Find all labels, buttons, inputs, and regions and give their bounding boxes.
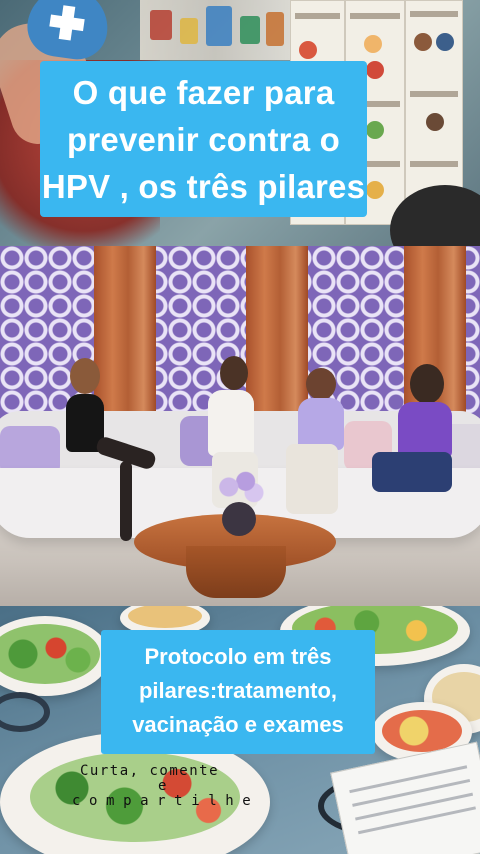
top-caption-line: HPV , os três pilares [41, 168, 366, 205]
bottom-caption-line: pilares:tratamento, [138, 678, 338, 703]
bottom-caption-line: Protocolo em três [144, 644, 332, 669]
top-caption-line: O que fazer para [72, 74, 335, 111]
watermark-line: e [158, 778, 168, 794]
curtain [246, 246, 308, 426]
bottom-caption-box: Protocolo em três pilares:tratamento, va… [101, 630, 375, 754]
vase [222, 502, 256, 536]
tv-studio-scene [0, 246, 480, 606]
medical-clipboard [330, 741, 480, 854]
watermark-text: Curta, comente e compartilhe [72, 764, 282, 809]
top-illustration-panel: O que fazer para prevenir contra o HPV ,… [0, 0, 480, 246]
top-caption-box: O que fazer para prevenir contra o HPV ,… [40, 61, 367, 217]
curtain [94, 246, 156, 426]
top-caption-line: prevenir contra o [67, 121, 340, 158]
flower-arrangement [212, 468, 268, 506]
stethoscope-icon [0, 692, 50, 732]
medicine-shelf-illustration [140, 0, 290, 60]
bottom-caption-line: vacinação e exames [132, 712, 344, 737]
watermark-line: compartilhe [72, 793, 260, 809]
coffee-table-base [186, 546, 286, 598]
salad-bowl [0, 616, 110, 696]
watermark-line: Curta, comente [80, 763, 220, 779]
bottom-food-panel: Protocolo em três pilares:tratamento, va… [0, 606, 480, 854]
